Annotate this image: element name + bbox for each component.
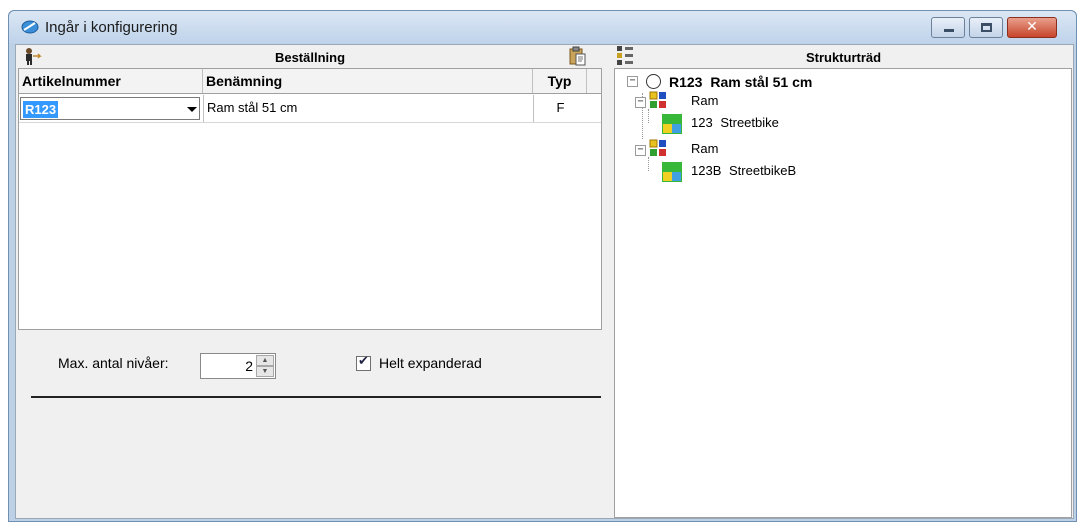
spinner-up-icon[interactable]: ▲: [256, 355, 274, 366]
collapse-icon[interactable]: −: [635, 145, 646, 156]
column-header-typ[interactable]: Typ: [533, 69, 587, 93]
group-icon: [649, 91, 666, 108]
tree-item-code: 123B: [691, 163, 722, 178]
maximize-icon: [981, 23, 992, 32]
grid-header: Artikelnummer Benämning Typ: [19, 69, 601, 94]
artikelnummer-combobox[interactable]: R123: [20, 97, 200, 120]
tree-root-code: R123: [669, 74, 703, 90]
tree-item-code: 123: [691, 115, 713, 130]
tree-node-ram[interactable]: Ram: [691, 141, 718, 156]
typ-cell: F: [533, 95, 587, 122]
app-icon: [21, 20, 39, 34]
max-levels-spinner[interactable]: 2 ▲ ▼: [200, 353, 276, 379]
chevron-down-icon[interactable]: [187, 107, 197, 112]
tree-item-name: StreetbikeB: [729, 163, 797, 178]
divider: [31, 396, 601, 398]
max-levels-label: Max. antal nivåer:: [58, 355, 169, 371]
tree-node-item[interactable]: 123 Streetbike: [691, 115, 779, 130]
artikelnummer-value[interactable]: R123: [23, 101, 59, 118]
spinner-down-icon[interactable]: ▼: [256, 366, 274, 377]
tree-connector: [648, 157, 649, 171]
fully-expanded-checkbox[interactable]: ✔: [356, 354, 371, 371]
structure-tree: − R123 Ram stål 51 cm − Ram 123 Streetbi…: [614, 68, 1072, 518]
checkmark-icon: ✔: [358, 354, 369, 369]
fully-expanded-label[interactable]: Helt expanderad: [379, 355, 482, 371]
minimize-button[interactable]: [931, 17, 965, 38]
order-panel-title: Beställning: [274, 50, 346, 65]
person-icon[interactable]: [22, 47, 42, 65]
structure-tree-title: Strukturträd: [805, 50, 882, 65]
minimize-icon: [944, 29, 954, 32]
tree-root-node[interactable]: R123 Ram stål 51 cm: [669, 74, 812, 90]
column-header-benamning[interactable]: Benämning: [203, 69, 533, 93]
benamning-cell: Ram stål 51 cm: [203, 95, 533, 122]
group-icon: [649, 139, 666, 156]
collapse-icon[interactable]: −: [635, 97, 646, 108]
order-panel-header: Beställning: [16, 45, 604, 67]
tree-item-name: Streetbike: [720, 115, 779, 130]
item-icon: [662, 114, 682, 134]
order-grid: Artikelnummer Benämning Typ R123 Ram stå…: [18, 68, 602, 330]
max-levels-value[interactable]: 2: [245, 358, 253, 374]
tree-node-item[interactable]: 123B StreetbikeB: [691, 163, 796, 178]
title-bar: Ingår i konfigurering ✕: [9, 11, 1076, 43]
tree-connector: [648, 109, 649, 123]
item-icon: [662, 162, 682, 182]
paste-clipboard-icon[interactable]: [567, 46, 587, 66]
window-client-area: Beställning Artikelnummer Benämning Typ: [15, 44, 1074, 519]
tree-node-ram[interactable]: Ram: [691, 93, 718, 108]
configuration-window: Ingår i konfigurering ✕ Beställning Arti…: [8, 10, 1077, 522]
tree-root-name: Ram stål 51 cm: [710, 74, 813, 90]
maximize-button[interactable]: [969, 17, 1003, 38]
close-icon: ✕: [1026, 19, 1038, 35]
close-button[interactable]: ✕: [1007, 17, 1057, 38]
collapse-icon[interactable]: −: [627, 76, 638, 87]
window-title: Ingår i konfigurering: [45, 19, 178, 36]
root-circle-icon: [646, 74, 661, 89]
column-header-artikelnummer[interactable]: Artikelnummer: [19, 69, 203, 93]
table-row[interactable]: R123 Ram stål 51 cm F: [19, 95, 601, 123]
